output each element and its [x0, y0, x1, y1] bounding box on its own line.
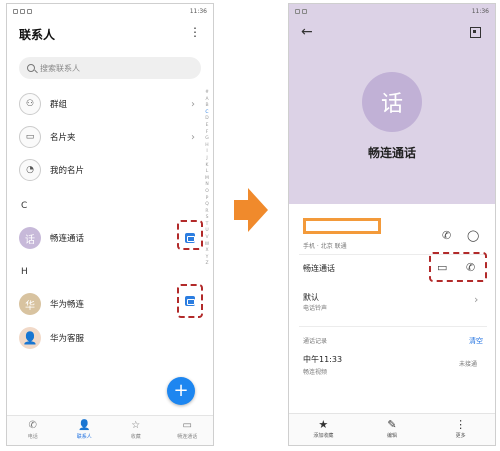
- groups-label: 群组: [50, 100, 68, 110]
- card-icon: ▭: [19, 126, 41, 148]
- more-button[interactable]: ⋮ 更多: [426, 414, 495, 445]
- contact-row[interactable]: 话 畅连通话: [19, 224, 199, 252]
- page-title: 联系人: [19, 28, 56, 42]
- groups-row[interactable]: ⚇ 群组 ›: [19, 90, 199, 118]
- phone-number-field[interactable]: [303, 218, 381, 234]
- search-icon: [27, 64, 35, 72]
- chevron-right-icon[interactable]: ›: [474, 294, 478, 305]
- status-bar: 11:36: [289, 4, 495, 18]
- search-placeholder: 搜索联系人: [40, 63, 80, 73]
- avatar: 华: [19, 293, 41, 315]
- highlight-box: [177, 220, 203, 250]
- my-card-icon: ◔: [19, 159, 41, 181]
- tab-phone[interactable]: ✆ 电话: [7, 416, 59, 445]
- divider: [299, 326, 487, 327]
- tab-label: 联系人: [76, 434, 92, 440]
- qr-code-icon[interactable]: [470, 27, 481, 38]
- alphabet-index-letter[interactable]: E: [203, 123, 211, 130]
- contact-detail-screen: 11:36 ← 话 畅连通话 手机 · 北京 联通 ✆ ◯ 畅连通话 ▭ ✆ 默…: [288, 3, 496, 446]
- alphabet-index-letter[interactable]: #: [203, 90, 211, 97]
- chevron-right-icon: ›: [191, 98, 195, 110]
- contact-name: 畅连通话: [50, 234, 85, 244]
- person-icon: 👤: [78, 420, 91, 431]
- alphabet-index-letter[interactable]: X: [203, 248, 211, 255]
- toolbar-label: 更多: [455, 433, 466, 439]
- tab-label: 畅连通话: [177, 434, 198, 440]
- tab-favorites[interactable]: ☆ 收藏: [110, 416, 162, 445]
- alphabet-index-letter[interactable]: I: [203, 149, 211, 156]
- contact-row[interactable]: 👤 华为客服: [19, 324, 199, 352]
- section-header-c: C: [21, 201, 28, 211]
- pencil-icon: ✎: [387, 418, 397, 431]
- arrow-right-icon: [234, 188, 268, 232]
- back-arrow-icon[interactable]: ←: [301, 25, 313, 39]
- default-label: 默认: [303, 293, 319, 302]
- alphabet-index-letter[interactable]: O: [203, 189, 211, 196]
- status-time: 11:36: [189, 7, 207, 15]
- alphabet-index[interactable]: # A B C D E F G H I J K L M N O P Q R S T U V W X Y Z: [203, 90, 211, 268]
- tab-label: 收藏: [130, 434, 141, 440]
- card-holder-label: 名片夹: [50, 133, 76, 143]
- tab-contacts[interactable]: 👤 联系人: [59, 416, 111, 445]
- alphabet-index-letter[interactable]: N: [203, 182, 211, 189]
- alphabet-index-letter[interactable]: D: [203, 116, 211, 123]
- avatar: 话: [19, 227, 41, 249]
- more-icon: ⋮: [455, 418, 467, 431]
- call-status: 未接通: [459, 361, 478, 368]
- tab-changlian[interactable]: ▭ 畅连通话: [162, 416, 214, 445]
- changlian-row-label: 畅连通话: [303, 264, 335, 273]
- toolbar-label: 编辑: [387, 433, 398, 439]
- card-holder-row[interactable]: ▭ 名片夹 ›: [19, 123, 199, 151]
- alphabet-index-letter[interactable]: V: [203, 235, 211, 242]
- phone-icon: ✆: [28, 420, 37, 431]
- highlight-box: [429, 252, 487, 282]
- contact-name: 畅连通话: [367, 146, 416, 160]
- alphabet-index-letter[interactable]: J: [203, 156, 211, 163]
- alphabet-index-letter[interactable]: S: [203, 215, 211, 222]
- star-icon: ★: [318, 418, 329, 431]
- call-history-label: 通话记录: [303, 338, 328, 345]
- contact-name: 华为客服: [50, 334, 85, 344]
- phone-icon[interactable]: ✆: [442, 230, 451, 241]
- phone-meta: 手机 · 北京 联通: [303, 243, 347, 250]
- my-card-row[interactable]: ◔ 我的名片: [19, 156, 199, 184]
- contact-name: 华为畅连: [50, 300, 85, 310]
- bottom-toolbar: ★ 添加收藏 ✎ 编辑 ⋮ 更多: [289, 413, 495, 445]
- bottom-tab-bar: ✆ 电话 👤 联系人 ☆ 收藏 ▭ 畅连通话: [7, 415, 213, 445]
- tab-label: 电话: [27, 434, 38, 440]
- call-type: 畅连视频: [303, 369, 328, 376]
- avatar: 话: [362, 72, 422, 132]
- alphabet-index-letter[interactable]: L: [203, 169, 211, 176]
- contact-header: 11:36 ← 话 畅连通话: [289, 4, 495, 204]
- edit-button[interactable]: ✎ 编辑: [358, 414, 427, 445]
- status-bar: 11:36: [7, 4, 213, 18]
- message-icon[interactable]: ◯: [467, 230, 479, 241]
- avatar: 👤: [19, 327, 41, 349]
- add-favorite-button[interactable]: ★ 添加收藏: [289, 414, 358, 445]
- alphabet-index-letter[interactable]: Z: [203, 261, 211, 268]
- alphabet-index-letter[interactable]: B: [203, 103, 211, 110]
- alphabet-index-letter[interactable]: Q: [203, 202, 211, 209]
- chevron-right-icon: ›: [191, 131, 195, 143]
- search-input[interactable]: 搜索联系人: [19, 57, 201, 79]
- toolbar-label: 添加收藏: [313, 433, 334, 439]
- more-menu-icon[interactable]: ⋮: [189, 26, 201, 38]
- group-icon: ⚇: [19, 93, 41, 115]
- my-card-label: 我的名片: [50, 166, 85, 176]
- status-time: 11:36: [471, 7, 489, 15]
- chat-icon: ▭: [182, 420, 192, 431]
- star-icon: ☆: [131, 420, 141, 431]
- add-contact-button[interactable]: +: [167, 377, 195, 405]
- contact-row[interactable]: 华 华为畅连: [19, 290, 199, 318]
- highlight-box: [177, 284, 203, 318]
- section-header-h: H: [21, 267, 28, 277]
- clear-history-button[interactable]: 清空: [469, 336, 483, 346]
- call-time: 中午11:33: [303, 355, 343, 364]
- alphabet-index-letter[interactable]: G: [203, 136, 211, 143]
- contacts-screen: 11:36 联系人 ⋮ 搜索联系人 ⚇ 群组 › ▭ 名片夹 › ◔ 我的名片 …: [6, 3, 214, 446]
- ringtone-label: 电话铃声: [303, 305, 328, 312]
